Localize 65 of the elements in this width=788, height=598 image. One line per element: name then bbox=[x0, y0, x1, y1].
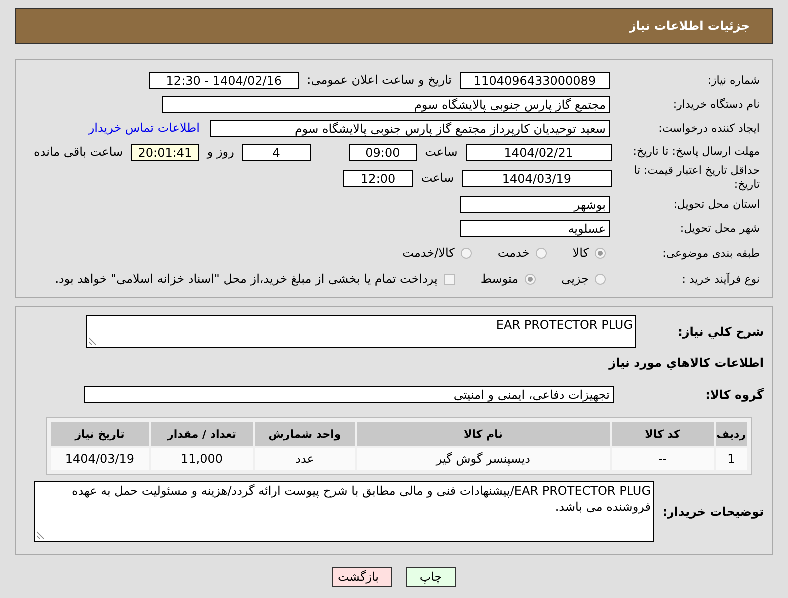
contact-link[interactable]: اطلاعات تماس خریدار bbox=[88, 121, 200, 135]
text-field[interactable]: 1404/02/16 - 12:30 bbox=[149, 72, 300, 88]
column-header: تاریخ نیاز bbox=[51, 422, 149, 446]
field-label: تاریخ و ساعت اعلان عمومی: bbox=[307, 73, 452, 87]
text-field[interactable]: 1404/02/21 bbox=[466, 144, 612, 160]
text-field[interactable]: سعید توحیدیان کارپرداز مجتمع گاز پارس جنوبی پالایشگاه سوم bbox=[210, 120, 610, 136]
text-field[interactable]: مجتمع گاز پارس جنوبی پالایشگاه سوم bbox=[162, 96, 610, 112]
radio-button[interactable] bbox=[536, 248, 547, 258]
table-cell: عدد bbox=[255, 448, 355, 470]
field-label: شماره نیاز: bbox=[706, 74, 761, 86]
field-label: حداقل تاریخ اعتبار قیمت: تا تاریخ: bbox=[633, 164, 761, 192]
table-cell: -- bbox=[612, 448, 714, 470]
field-label: نام دستگاه خریدار: bbox=[672, 98, 761, 110]
area-text: EAR PROTECTOR PLUG bbox=[496, 318, 633, 332]
text-field[interactable]: 1404/03/19 bbox=[462, 170, 612, 186]
option-label: کالا bbox=[572, 246, 589, 260]
column-header: ردیف bbox=[716, 422, 747, 446]
field-label: طبقه بندی موضوعی: bbox=[662, 246, 761, 260]
table-cell: 1 bbox=[716, 448, 747, 470]
text-field[interactable]: عسلویه bbox=[460, 220, 610, 236]
field-label: توضیحات خریدار: bbox=[662, 504, 765, 518]
column-header: کد کالا bbox=[612, 422, 714, 446]
page-title: جزئیات اطلاعات نیاز bbox=[629, 19, 750, 33]
text-field[interactable]: 20:01:41 bbox=[131, 144, 200, 160]
resize-grip-icon[interactable] bbox=[37, 531, 45, 539]
field-label: ساعت باقی مانده bbox=[34, 145, 124, 159]
column-header: تعداد / مقدار bbox=[151, 422, 253, 446]
text-field[interactable]: 12:00 bbox=[343, 170, 414, 186]
text-field[interactable]: 1104096433000089 bbox=[460, 72, 610, 88]
back-button[interactable]: بازگشت bbox=[332, 567, 392, 587]
resize-grip-icon[interactable] bbox=[89, 337, 97, 345]
option-label: جزیی bbox=[562, 272, 589, 286]
field-label: ایجاد کننده درخواست: bbox=[658, 122, 761, 134]
table-cell: 11,000 bbox=[151, 448, 253, 470]
field-label: استان محل تحویل: bbox=[672, 198, 761, 210]
text-field[interactable]: بوشهر bbox=[460, 196, 610, 212]
area-text: EAR PROTECTOR PLUG/پیشنهادات فنی و مالی مطابق با شرح پیوست ارائه گردد/هزینه و مسئولیت حمل به عهده فروشنده می باشد. bbox=[72, 484, 651, 514]
field-label: نوع فرآیند خرید : bbox=[681, 272, 761, 286]
radio-button[interactable] bbox=[524, 274, 536, 284]
field-label: مهلت ارسال پاسخ: تا تاریخ: bbox=[632, 145, 761, 159]
checkbox[interactable] bbox=[444, 274, 455, 284]
text-area[interactable]: EAR PROTECTOR PLUG bbox=[86, 315, 636, 348]
print-button[interactable]: چاپ bbox=[406, 567, 456, 587]
checkbox-label: پرداخت تمام یا بخشی از مبلغ خرید،از محل "اسناد خزانه اسلامی" خواهد بود. bbox=[55, 272, 438, 286]
column-header: نام کالا bbox=[357, 422, 610, 446]
field-label: روز و bbox=[207, 145, 234, 159]
option-label: متوسط bbox=[480, 272, 519, 286]
text-field[interactable]: 09:00 bbox=[348, 144, 418, 160]
field-label: شهر محل تحویل: bbox=[679, 222, 761, 234]
text-field[interactable]: تجهیزات دفاعی، ایمنی و امنیتی bbox=[84, 386, 614, 403]
radio-button[interactable] bbox=[595, 274, 606, 284]
field-label: شرح کلي نیاز: bbox=[677, 324, 765, 338]
option-label: کالا/خدمت bbox=[402, 246, 455, 260]
text-field[interactable]: 4 bbox=[242, 144, 311, 160]
section-heading: اطلاعات کالاهاي مورد نياز bbox=[608, 356, 764, 370]
field-label: ساعت bbox=[421, 171, 454, 185]
radio-button[interactable] bbox=[595, 248, 606, 258]
table-cell: دیسپنسر گوش گیر bbox=[357, 448, 610, 470]
field-label: گروه کالا: bbox=[704, 388, 765, 402]
option-label: خدمت bbox=[498, 246, 530, 260]
table-cell: 1404/03/19 bbox=[51, 448, 149, 470]
text-area[interactable]: EAR PROTECTOR PLUG/پیشنهادات فنی و مالی مطابق با شرح پیوست ارائه گردد/هزینه و مسئولیت حمل به عهده فروشنده می باشد. bbox=[34, 481, 654, 542]
column-header: واحد شمارش bbox=[255, 422, 355, 446]
radio-button[interactable] bbox=[460, 248, 472, 258]
field-label: ساعت bbox=[425, 145, 458, 159]
